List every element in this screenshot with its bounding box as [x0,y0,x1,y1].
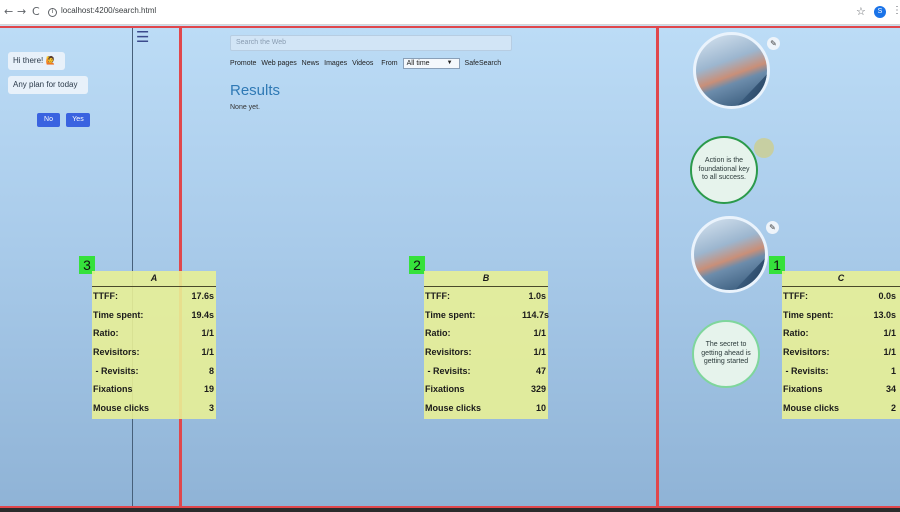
forward-icon[interactable]: → [17,5,26,18]
stats-row: - Revisits: 8 [92,362,216,381]
stats-row: Mouse clicks 2 [782,399,900,418]
stats-label: Mouse clicks [783,403,840,414]
stats-value: 13.0s [873,309,896,320]
stats-label: Ratio: [783,328,809,339]
stats-label: Mouse clicks [425,403,482,414]
stats-row: Ratio: 1/1 [92,324,216,343]
stats-label: Time spent: [93,309,144,320]
stats-row: - Revisits: 47 [424,362,548,381]
stats-title: A [92,271,216,287]
stats-value: 0.0s [878,291,896,301]
stats-value: 10 [535,403,546,414]
stats-label: Fixations [93,384,133,395]
stats-label: Revisitors: [783,347,830,358]
stats-row: - Revisits: 1 [782,362,900,381]
stats-value: 1 [890,365,896,376]
stats-label: Time spent: [783,309,834,320]
stats-row: Fixations 329 [424,380,548,399]
stats-title: B [424,271,548,287]
aoi-marker-2: 2 [409,256,425,274]
taskbar [0,508,900,512]
stats-row: Time spent: 19.4s [92,306,216,325]
aoi-stats-c: C TTFF: 0.0s Time spent: 13.0s Ratio: 1/1 R… [782,271,900,419]
url-text: localhost:4200/search.html [61,6,157,15]
stats-value: 19.4s [191,309,214,320]
stats-row: Revisitors: 1/1 [92,343,216,362]
stats-row: Ratio: 1/1 [424,324,548,343]
stats-value: 8 [208,365,214,376]
browser-toolbar: ← → C i localhost:4200/search.html ☆ S ⋮ [0,0,900,25]
info-icon[interactable]: i [48,8,57,17]
stats-label: Fixations [783,384,823,395]
stats-label: Ratio: [93,328,119,339]
stats-title: C [782,271,900,287]
stats-value: 3 [208,403,214,414]
stats-value: 17.6s [191,291,214,301]
stats-row: Revisitors: 1/1 [424,343,548,362]
stats-row: Time spent: 13.0s [782,306,900,325]
stats-row: Time spent: 114.7s [424,306,550,325]
stats-label: Revisitors: [93,347,140,358]
stats-row: TTFF: 0.0s [782,287,900,306]
stats-value: 114.7s [522,309,550,320]
stats-label: TTFF: [783,291,808,301]
stats-label: TTFF: [425,291,450,301]
stats-value: 1/1 [883,328,896,339]
bookmark-star-icon[interactable]: ☆ [856,5,866,18]
stats-label: Revisitors: [425,347,472,358]
stats-row: Fixations 19 [92,380,216,399]
stats-label: Mouse clicks [93,403,150,414]
aoi-stats-a: A TTFF: 17.6s Time spent: 19.4s Ratio: 1/1 … [92,271,216,419]
stats-label: Fixations [425,384,465,395]
stats-row: TTFF: 1.0s [424,287,548,306]
stats-value: 1/1 [533,328,546,339]
stats-label: Time spent: [425,309,476,320]
stats-label: - Revisits: [425,365,471,376]
stats-value: 1/1 [883,347,896,358]
profile-avatar[interactable]: S [874,6,886,18]
stats-label: TTFF: [93,291,118,301]
stats-row: TTFF: 17.6s [92,287,216,306]
stats-value: 1/1 [201,328,214,339]
aoi-stats-b: B TTFF: 1.0s Time spent: 114.7s Ratio: 1/1 … [424,271,550,419]
stats-label: - Revisits: [783,365,829,376]
stats-value: 1.0s [528,291,546,301]
stats-value: 329 [530,384,546,395]
stats-label: Ratio: [425,328,451,339]
stats-value: 34 [885,384,896,395]
back-icon[interactable]: ← [4,5,13,18]
reload-icon[interactable]: C [32,5,40,18]
stats-row: Revisitors: 1/1 [782,343,900,362]
address-bar[interactable]: i localhost:4200/search.html [48,6,156,17]
stats-value: 2 [890,403,896,414]
stats-label: - Revisits: [93,365,139,376]
stats-value: 19 [203,384,214,395]
stats-row: Mouse clicks 3 [92,399,216,418]
stats-row: Fixations 34 [782,380,900,399]
stats-value: 1/1 [201,347,214,358]
stats-row: Mouse clicks 10 [424,399,548,418]
stats-row: Ratio: 1/1 [782,324,900,343]
stats-value: 1/1 [533,347,546,358]
stats-value: 47 [535,365,546,376]
browser-menu-icon[interactable]: ⋮ [892,5,900,16]
